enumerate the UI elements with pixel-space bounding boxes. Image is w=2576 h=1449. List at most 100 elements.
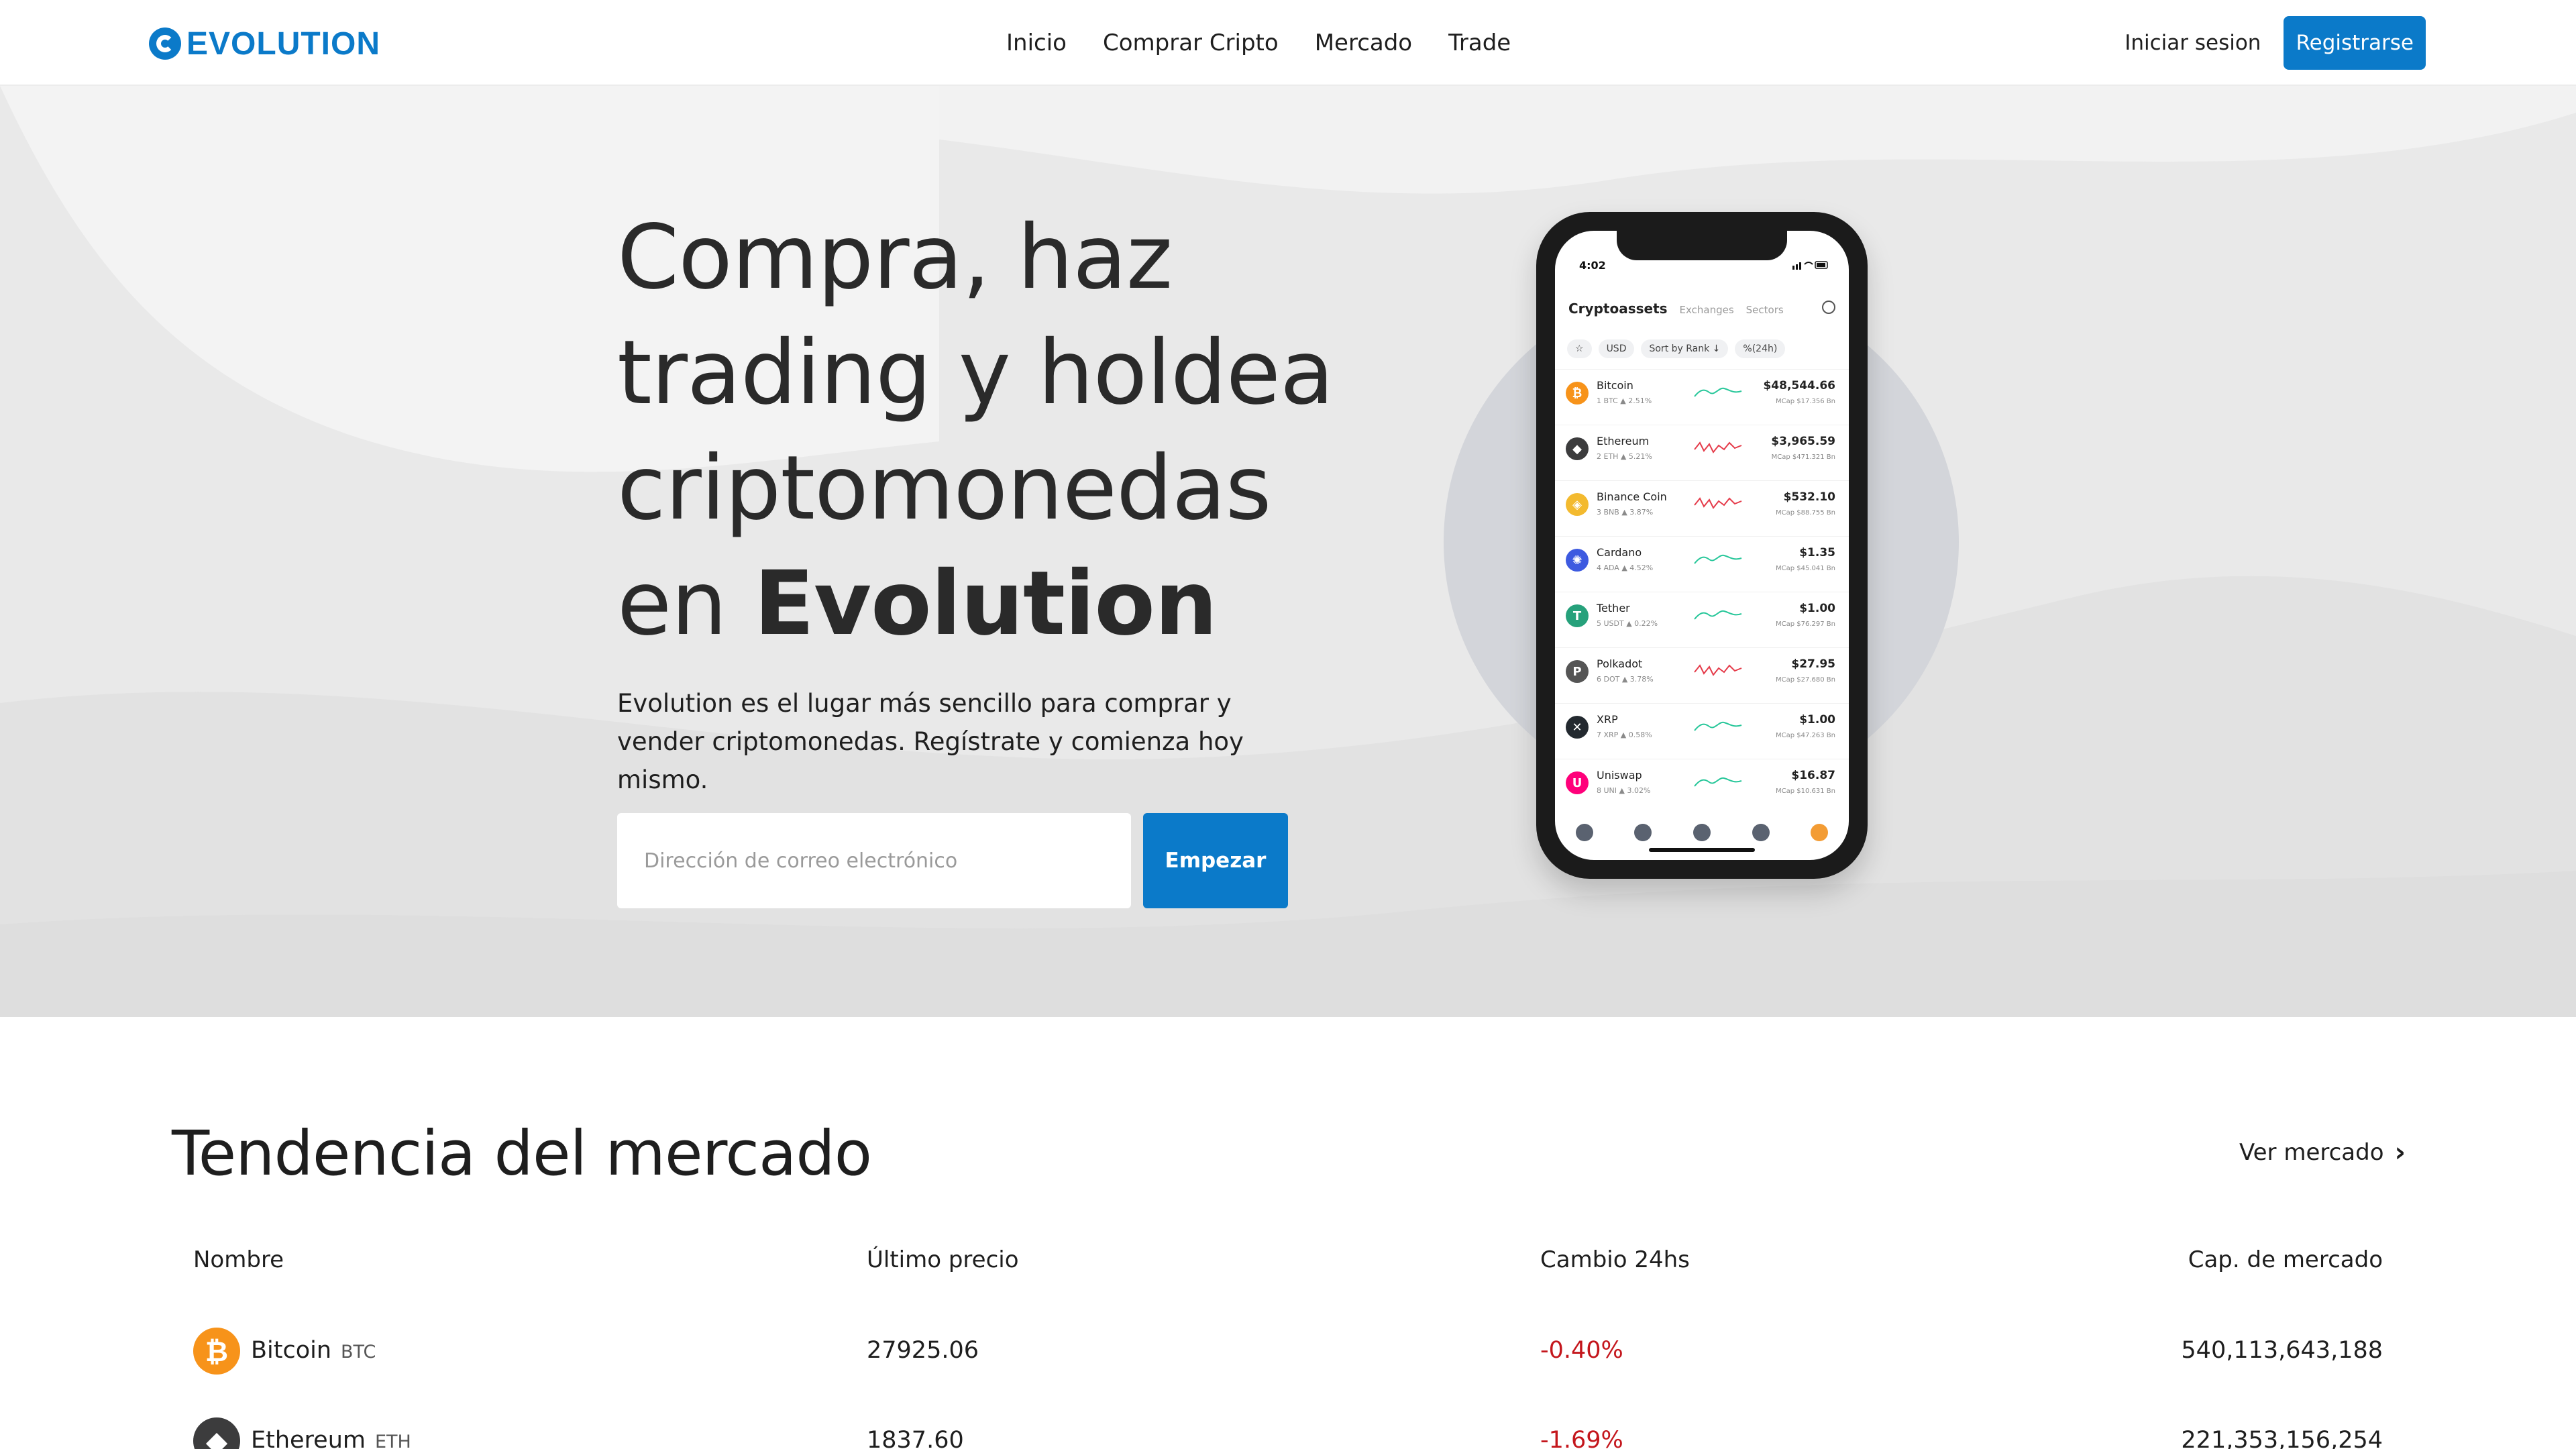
coin-last-price: 1837.60 — [867, 1427, 964, 1449]
coin-name: Bitcoin BTC — [251, 1305, 376, 1397]
coin-mcap: MCap $88.755 Bn — [1776, 509, 1835, 517]
coin-last-price: 27925.06 — [867, 1337, 979, 1364]
coin-icon: U — [1566, 771, 1589, 794]
coin-icon: ₿ — [1566, 382, 1589, 405]
coin-name: Polkadot — [1597, 657, 1643, 670]
coin-icon: ◆ — [1566, 437, 1589, 460]
coin-meta: 6 DOT ▲ 3.78% — [1597, 675, 1654, 684]
phone-coin-row[interactable]: P Polkadot 6 DOT ▲ 3.78% $27.95 MCap $27.680… — [1555, 647, 1849, 703]
coin-name: Cardano — [1597, 546, 1642, 559]
col-header-change: Cambio 24hs — [1540, 1246, 1690, 1273]
coin-glyph: U — [1572, 775, 1582, 790]
phone-coin-row[interactable]: ✕ XRP 7 XRP ▲ 0.58% $1.00 MCap $47.263 Bn — [1555, 703, 1849, 759]
coin-icon: ✕ — [1566, 716, 1589, 739]
coin-glyph: ₿ — [1572, 386, 1582, 400]
nav-link-trade[interactable]: Trade — [1448, 24, 1511, 62]
coin-meta: 7 XRP ▲ 0.58% — [1597, 731, 1652, 739]
table-row[interactable]: ₿ Bitcoin BTC 27925.06 -0.40% 540,113,643,188 — [0, 1305, 2576, 1395]
see-market-link[interactable]: Ver mercado › — [2239, 1139, 2406, 1166]
portfolio-icon[interactable] — [1693, 824, 1711, 841]
phone-coin-row[interactable]: ◈ Binance Coin 3 BNB ▲ 3.87% $532.10 MCap $8… — [1555, 480, 1849, 536]
hero-section: Compra, haz trading y holdea criptomoned… — [0, 86, 2576, 1017]
coin-name-text: Ethereum — [251, 1427, 366, 1449]
star-icon[interactable]: ☆ — [1567, 339, 1592, 358]
phone-mockup: 4:02 Cryptoassets Exchanges Sectors ☆ US… — [1536, 212, 1868, 879]
nav-link-mercado[interactable]: Mercado — [1315, 24, 1412, 62]
coin-glyph: ✺ — [1572, 553, 1582, 568]
coin-mcap: MCap $45.041 Bn — [1776, 565, 1835, 572]
filter-currency[interactable]: USD — [1598, 339, 1635, 358]
home-indicator — [1649, 848, 1755, 852]
profile-icon[interactable] — [1811, 824, 1829, 841]
hero-title: Compra, haz trading y holdea criptomoned… — [617, 200, 1355, 661]
coin-name: Tether — [1597, 602, 1630, 614]
coin-price: $1.00 — [1799, 602, 1835, 615]
home-icon[interactable] — [1575, 824, 1593, 841]
coin-price: $48,544.66 — [1763, 379, 1835, 392]
coin-price: $27.95 — [1791, 657, 1835, 671]
coin-change-24h: -1.69% — [1540, 1427, 1623, 1449]
sparkline-icon — [1694, 497, 1742, 509]
nav-links: Inicio Comprar Cripto Mercado Trade — [1006, 24, 1511, 62]
chevron-right-icon: › — [2394, 1137, 2406, 1168]
sparkline-icon — [1694, 777, 1742, 787]
phone-coin-row[interactable]: ◆ Ethereum 2 ETH ▲ 5.21% $3,965.59 MCap $471… — [1555, 425, 1849, 480]
phone-coin-list: ₿ Bitcoin 1 BTC ▲ 2.51% $48,544.66 MCap $17.… — [1555, 369, 1849, 814]
filter-sort[interactable]: Sort by Rank ↓ — [1641, 339, 1729, 358]
phone-tab-sectors[interactable]: Sectors — [1746, 304, 1784, 316]
phone-time: 4:02 — [1579, 259, 1606, 272]
see-market-label: Ver mercado — [2239, 1139, 2384, 1166]
nav-link-comprar-cripto[interactable]: Comprar Cripto — [1103, 24, 1279, 62]
sparkline-icon — [1694, 387, 1742, 397]
coin-icon: P — [1566, 660, 1589, 683]
coin-glyph: ◆ — [1572, 441, 1582, 456]
coin-name: Uniswap — [1597, 769, 1642, 782]
login-link[interactable]: Iniciar sesion — [2125, 31, 2261, 55]
phone-coin-row[interactable]: ₿ Bitcoin 1 BTC ▲ 2.51% $48,544.66 MCap $17.… — [1555, 369, 1849, 425]
coin-name-text: Bitcoin — [251, 1337, 332, 1364]
register-button[interactable]: Registrarse — [2284, 16, 2426, 70]
phone-tab-exchanges[interactable]: Exchanges — [1680, 304, 1734, 316]
coin-icon: T — [1566, 604, 1589, 627]
sparkline-icon — [1694, 721, 1742, 731]
coin-name: Ethereum ETH — [251, 1395, 411, 1449]
coin-meta: 1 BTC ▲ 2.51% — [1597, 396, 1652, 405]
coin-icon: ◆ — [193, 1417, 240, 1449]
search-icon[interactable] — [1822, 301, 1835, 314]
hero-subtitle: Evolution es el lugar más sencillo para … — [617, 689, 1244, 794]
coin-name: Bitcoin — [1597, 379, 1633, 392]
coin-meta: 5 USDT ▲ 0.22% — [1597, 619, 1658, 628]
start-button[interactable]: Empezar — [1143, 813, 1288, 908]
coin-symbol: ETH — [374, 1432, 411, 1449]
phone-coin-row[interactable]: U Uniswap 8 UNI ▲ 3.02% $16.87 MCap $10.631 … — [1555, 759, 1849, 814]
sparkline-icon — [1694, 664, 1742, 676]
filter-change[interactable]: %(24h) — [1735, 339, 1786, 358]
logo[interactable]: EVOLUTION — [149, 25, 380, 62]
coin-price: $3,965.59 — [1771, 435, 1835, 448]
email-input[interactable] — [617, 813, 1131, 908]
coin-mcap: MCap $76.297 Bn — [1776, 621, 1835, 628]
logo-text: EVOLUTION — [186, 25, 381, 62]
col-header-name: Nombre — [193, 1246, 284, 1273]
coin-price: $16.87 — [1791, 769, 1835, 782]
phone-tabs: Cryptoassets Exchanges Sectors — [1568, 301, 1784, 317]
market-section-title: Tendencia del mercado — [172, 1118, 872, 1189]
hero-title-brand: Evolution — [753, 552, 1218, 655]
explore-icon[interactable] — [1752, 824, 1770, 841]
coin-market-cap: 221,353,156,254 — [2181, 1427, 2383, 1449]
phone-coin-row[interactable]: T Tether 5 USDT ▲ 0.22% $1.00 MCap $76.297 B… — [1555, 592, 1849, 647]
phone-tab-cryptoassets[interactable]: Cryptoassets — [1568, 301, 1668, 317]
coin-symbol: BTC — [341, 1342, 376, 1362]
coin-glyph: P — [1572, 664, 1582, 679]
coin-mcap: MCap $47.263 Bn — [1776, 732, 1835, 739]
coin-name: XRP — [1597, 713, 1618, 726]
chart-icon[interactable] — [1634, 824, 1652, 841]
phone-coin-row[interactable]: ✺ Cardano 4 ADA ▲ 4.52% $1.35 MCap $45.041 B… — [1555, 536, 1849, 592]
col-header-price: Último precio — [867, 1246, 1019, 1273]
nav-link-inicio[interactable]: Inicio — [1006, 24, 1067, 62]
sparkline-icon — [1694, 554, 1742, 564]
coin-mcap: MCap $17.356 Bn — [1776, 398, 1835, 405]
coin-price: $532.10 — [1783, 490, 1835, 504]
logo-icon — [149, 28, 181, 60]
table-row[interactable]: ◆ Ethereum ETH 1837.60 -1.69% 221,353,156,254 — [0, 1395, 2576, 1449]
